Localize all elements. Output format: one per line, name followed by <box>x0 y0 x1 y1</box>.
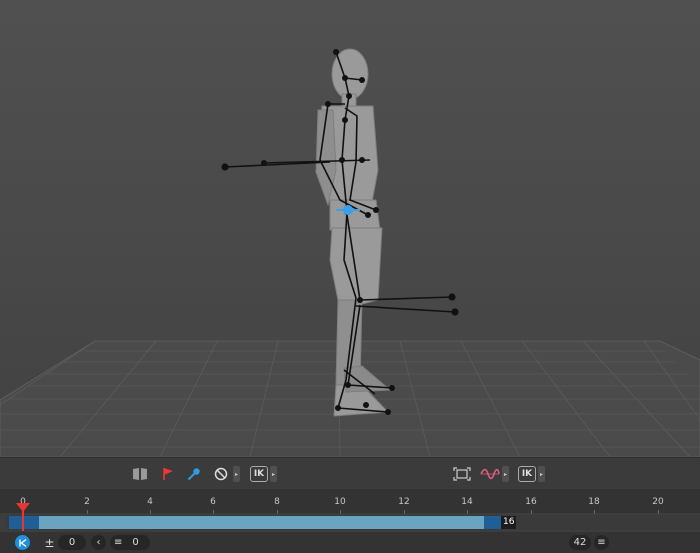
no-entry-icon[interactable] <box>213 464 229 484</box>
book-icon[interactable] <box>131 464 149 484</box>
animation-editor: ▸ IK ▸ ▸ IK ▸ 0 2 4 6 8 10 12 14 16 18 2… <box>0 0 700 553</box>
tick-mark <box>150 510 151 514</box>
go-to-start-icon[interactable] <box>15 535 30 550</box>
tick-label: 8 <box>274 497 280 507</box>
tick-mark <box>467 510 468 514</box>
key-icon[interactable] <box>186 464 202 484</box>
ik-right-button[interactable]: IK <box>518 464 536 484</box>
tick-mark <box>87 510 88 514</box>
tick-label: 14 <box>461 497 473 507</box>
tick-mark <box>531 510 532 514</box>
ik-left-button[interactable]: IK <box>250 464 268 484</box>
tick-label: 4 <box>147 497 153 507</box>
playhead-line <box>22 511 24 531</box>
tick-mark <box>277 510 278 514</box>
add-remove-frame-icon[interactable]: ± <box>42 535 57 550</box>
tick-mark <box>340 510 341 514</box>
ik-left-dropdown-arrow[interactable]: ▸ <box>270 464 277 484</box>
ik-right-label: IK <box>518 466 536 482</box>
frame-selection-icon[interactable] <box>453 464 471 484</box>
flag-icon[interactable] <box>160 464 176 484</box>
tick-label: 20 <box>652 497 664 507</box>
ik-right-dropdown-arrow[interactable]: ▸ <box>538 464 545 484</box>
tick-label: 18 <box>588 497 600 507</box>
previous-frame-icon[interactable]: ‹ <box>91 535 106 550</box>
tick-label: 12 <box>398 497 410 507</box>
tick-label: 6 <box>210 497 216 507</box>
total-frames-field[interactable]: 42 <box>569 535 591 550</box>
3d-viewport[interactable] <box>0 0 700 457</box>
tick-label: 16 <box>525 497 537 507</box>
current-frame-field[interactable]: 0 <box>58 535 86 550</box>
play-range-bar[interactable] <box>9 516 516 529</box>
range-end-label: 16 <box>501 516 517 529</box>
list-icon: ≡ <box>114 537 123 548</box>
no-entry-dropdown-arrow[interactable]: ▸ <box>233 464 240 484</box>
motion-curve-dropdown-arrow[interactable]: ▸ <box>502 464 509 484</box>
tick-mark <box>594 510 595 514</box>
offset-value: 0 <box>132 537 139 548</box>
motion-curve-icon[interactable] <box>480 464 500 484</box>
tick-mark <box>213 510 214 514</box>
range-start-handle[interactable] <box>9 516 39 529</box>
scene <box>0 48 700 457</box>
tick-label: 10 <box>334 497 346 507</box>
tick-mark <box>404 510 405 514</box>
tick-mark <box>658 510 659 514</box>
ik-left-label: IK <box>250 466 268 482</box>
offset-field[interactable]: ≡ 0 <box>110 535 150 550</box>
settings-list-icon[interactable]: ≡ <box>594 535 609 550</box>
timeline-toolbar: ▸ IK ▸ ▸ IK ▸ <box>0 457 700 490</box>
tick-label: 2 <box>84 497 90 507</box>
